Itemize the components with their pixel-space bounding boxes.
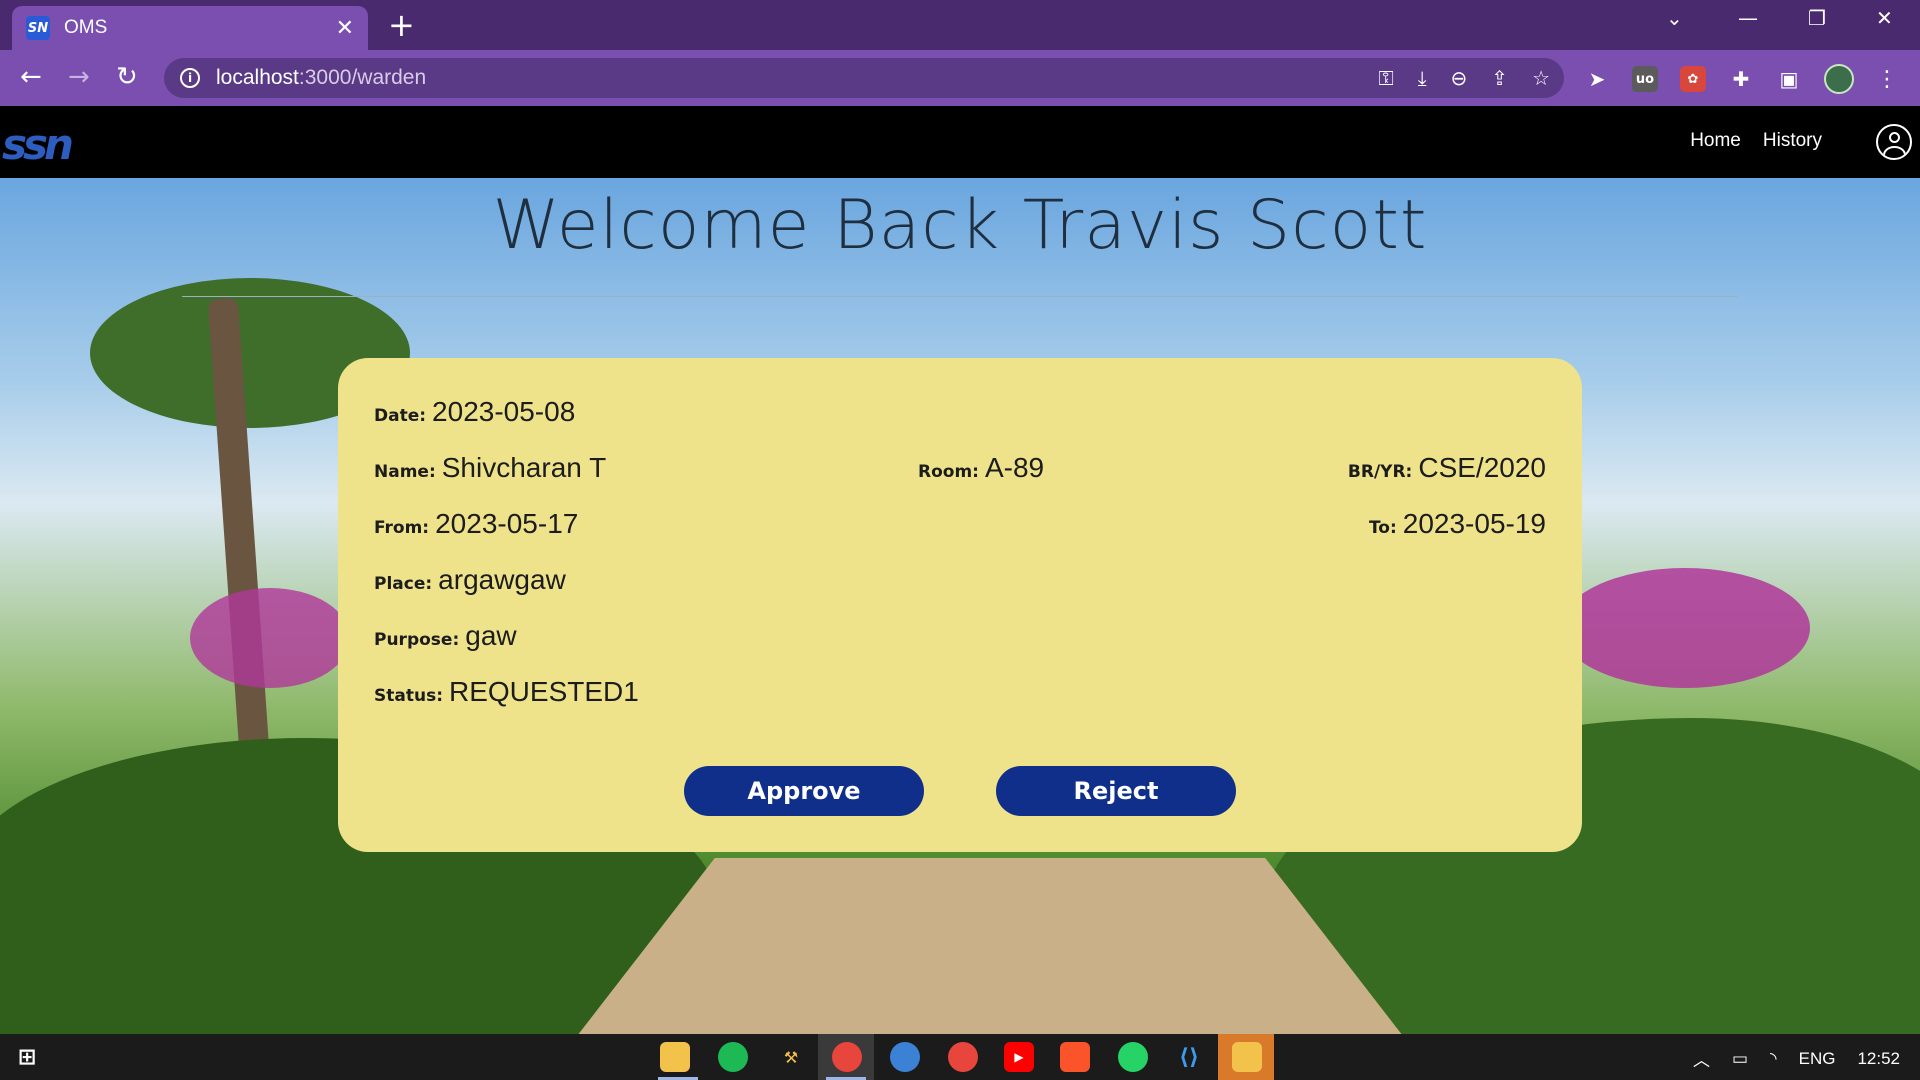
name-field: Name: Shivcharan T [374, 452, 606, 484]
purpose-value: gaw [465, 620, 517, 651]
tab-search-chevron-icon[interactable]: ⌄ [1666, 6, 1683, 30]
extensions-puzzle-icon[interactable]: ✚ [1728, 66, 1754, 92]
key-icon[interactable]: ⚿ [1378, 66, 1393, 90]
browser-tab-bar: SN OMS ✕ + ⌄ — ❐ ✕ [0, 0, 1920, 50]
chrome-icon[interactable] [832, 1042, 862, 1072]
outpass-request-card: Date: 2023-05-08 Name: Shivcharan T Room… [338, 358, 1582, 852]
date-field: Date: 2023-05-08 [374, 396, 575, 428]
bookmark-star-icon[interactable]: ☆ [1532, 66, 1550, 90]
close-window-icon[interactable]: ✕ [1876, 6, 1893, 30]
place-field: Place: argawgaw [374, 564, 566, 596]
whatsapp-icon[interactable] [1118, 1042, 1148, 1072]
profile-avatar-icon[interactable] [1824, 64, 1854, 94]
back-icon[interactable]: ← [20, 62, 42, 92]
room-label: Room: [918, 462, 979, 482]
red-extension-icon[interactable]: ✿ [1680, 66, 1706, 92]
name-label: Name: [374, 462, 436, 482]
close-tab-icon[interactable]: ✕ [336, 16, 354, 41]
date-value: 2023-05-08 [432, 396, 576, 427]
welcome-heading: Welcome Back Travis Scott [492, 186, 1428, 265]
new-tab-icon[interactable]: + [388, 8, 415, 42]
language-indicator[interactable]: ENG [1799, 1049, 1836, 1069]
address-bar[interactable]: i localhost :3000/warden ⚿ ⤓ ⊖ ⇪ ☆ [164, 58, 1564, 98]
zoom-icon[interactable]: ⊖ [1451, 66, 1468, 90]
file-explorer-icon[interactable] [660, 1042, 690, 1072]
folder-app-icon[interactable] [1232, 1042, 1262, 1072]
from-field: From: 2023-05-17 [374, 508, 578, 540]
to-label: To: [1368, 518, 1397, 538]
purpose-field: Purpose: gaw [374, 620, 517, 652]
purpose-label: Purpose: [374, 630, 460, 650]
clock-time[interactable]: 12:52 [1857, 1049, 1900, 1069]
url-path: :3000/warden [298, 66, 427, 89]
windows-taskbar: ⊞ ⚒ ▶ ⟨⟩ ︿ ▭ ◝ ENG 12:52 [0, 1034, 1920, 1080]
share-icon[interactable]: ⇪ [1491, 66, 1508, 90]
brave-icon[interactable] [1060, 1042, 1090, 1072]
youtube-icon[interactable]: ▶ [1004, 1042, 1034, 1072]
place-label: Place: [374, 574, 433, 594]
app-navbar: ssn Home History [0, 106, 1920, 178]
status-value: REQUESTED1 [449, 676, 639, 707]
yellow-app-icon[interactable]: ⚒ [776, 1042, 806, 1072]
browser-toolbar: ← → ↻ i localhost :3000/warden ⚿ ⤓ ⊖ ⇪ ☆… [0, 50, 1920, 106]
site-info-icon[interactable]: i [180, 68, 200, 88]
nav-history-link[interactable]: History [1763, 130, 1822, 152]
forward-icon[interactable]: → [68, 62, 90, 92]
nav-home-link[interactable]: Home [1690, 130, 1741, 152]
bryr-value: CSE/2020 [1418, 452, 1546, 483]
date-label: Date: [374, 406, 427, 426]
battery-icon[interactable]: ▭ [1732, 1049, 1748, 1069]
ublock-extension-icon[interactable]: uo [1632, 66, 1658, 92]
reload-icon[interactable]: ↻ [116, 62, 138, 92]
side-panel-icon[interactable]: ▣ [1776, 66, 1802, 92]
vscode-icon[interactable]: ⟨⟩ [1174, 1042, 1204, 1072]
bryr-field: BR/YR: CSE/2020 [1348, 452, 1546, 484]
menu-kebab-icon[interactable]: ⋮ [1876, 67, 1898, 92]
chrome-profile-icon[interactable] [948, 1042, 978, 1072]
url-host: localhost [216, 66, 299, 89]
ssn-logo[interactable]: ssn [2, 120, 74, 169]
windows-start-icon[interactable]: ⊞ [12, 1042, 42, 1072]
cursor-extension-icon[interactable]: ➤ [1584, 66, 1610, 92]
status-label: Status: [374, 686, 443, 706]
name-value: Shivcharan T [441, 452, 607, 483]
room-value: A-89 [984, 452, 1045, 483]
tab-title: OMS [64, 17, 108, 38]
restore-icon[interactable]: ❐ [1808, 6, 1826, 30]
wifi-icon[interactable]: ◝ [1770, 1049, 1777, 1069]
place-value: argawgaw [438, 564, 566, 595]
heading-divider [182, 296, 1738, 297]
blue-app-icon[interactable] [890, 1042, 920, 1072]
approve-button[interactable]: Approve [684, 766, 924, 816]
room-field: Room: A-89 [918, 452, 1044, 484]
to-field: To: 2023-05-19 [1369, 508, 1546, 540]
oms-favicon-icon: SN [26, 16, 50, 40]
bryr-label: BR/YR: [1347, 462, 1413, 482]
tray-overflow-icon[interactable]: ︿ [1693, 1046, 1710, 1071]
status-field: Status: REQUESTED1 [374, 676, 639, 708]
reject-button[interactable]: Reject [996, 766, 1236, 816]
user-account-icon[interactable] [1876, 124, 1912, 160]
to-value: 2023-05-19 [1402, 508, 1546, 539]
from-label: From: [374, 518, 430, 538]
browser-tab[interactable]: SN OMS ✕ [12, 6, 368, 50]
from-value: 2023-05-17 [435, 508, 579, 539]
spotify-icon[interactable] [718, 1042, 748, 1072]
install-icon[interactable]: ⤓ [1418, 66, 1427, 90]
minimize-icon[interactable]: — [1738, 6, 1758, 30]
